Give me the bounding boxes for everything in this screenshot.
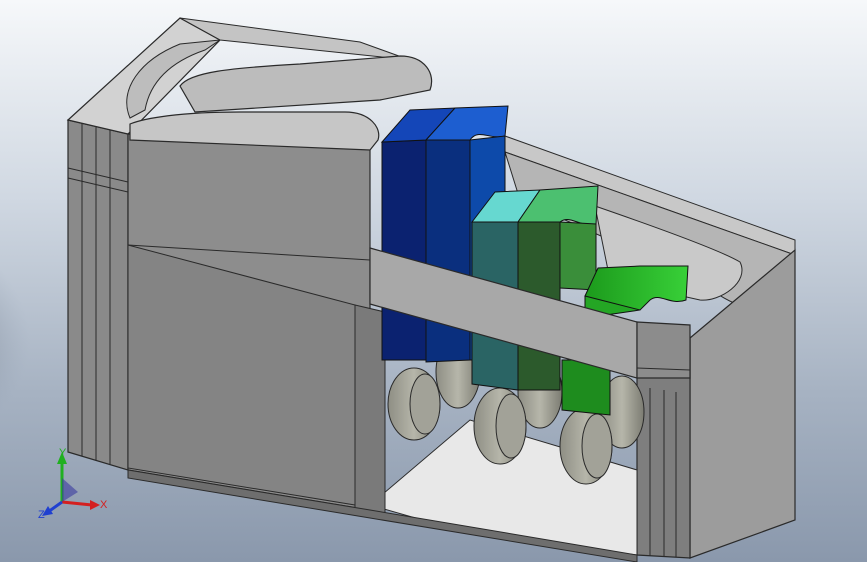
graphics-viewport[interactable]: Y X Z [0, 0, 867, 562]
z-axis-label: Z [38, 509, 45, 521]
x-axis-label: X [100, 499, 108, 511]
y-axis-label: Y [59, 447, 67, 459]
model-canvas[interactable]: Y X Z [0, 0, 867, 562]
